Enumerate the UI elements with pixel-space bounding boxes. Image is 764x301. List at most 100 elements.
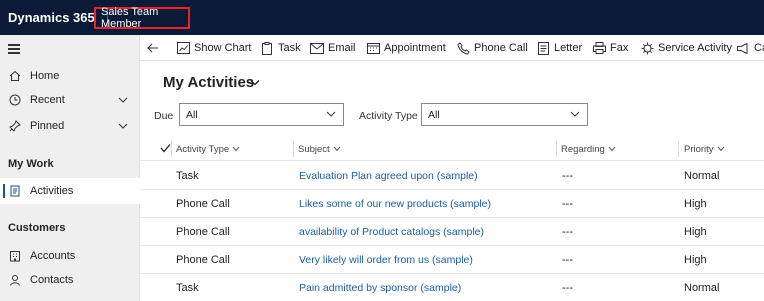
column-header-label: Priority bbox=[684, 143, 714, 155]
activity-type-cell: Phone Call bbox=[176, 226, 230, 238]
chevron-down-icon bbox=[232, 146, 240, 152]
activity-type-cell: Task bbox=[176, 282, 199, 294]
priority-cell: Normal bbox=[684, 170, 720, 182]
view-selector-title[interactable]: My Activities bbox=[163, 74, 254, 91]
phone-call-label: Phone Call bbox=[474, 42, 528, 54]
home-icon bbox=[8, 70, 21, 83]
sidebar-group-customers: Customers bbox=[8, 222, 66, 234]
subject-link[interactable]: Very likely will order from us (sample) bbox=[299, 246, 473, 274]
service-activity-icon bbox=[640, 41, 654, 55]
email-icon bbox=[310, 41, 324, 55]
table-row[interactable]: Task Pain admitted by sponsor (sample) -… bbox=[140, 274, 764, 301]
column-separator bbox=[556, 141, 557, 157]
subject-link[interactable]: Pain admitted by sponsor (sample) bbox=[299, 274, 461, 301]
new-email-button[interactable]: Email bbox=[310, 35, 356, 60]
sidebar-item-pinned[interactable]: Pinned bbox=[0, 113, 140, 139]
chevron-down-icon bbox=[608, 146, 616, 152]
sidebar-item-label: Home bbox=[30, 70, 60, 82]
back-arrow-icon[interactable] bbox=[146, 41, 160, 55]
due-filter-select[interactable]: All bbox=[179, 103, 344, 126]
column-header-regarding[interactable]: Regarding bbox=[561, 137, 616, 161]
new-appointment-button[interactable]: Appointment bbox=[366, 35, 446, 60]
chevron-down-icon bbox=[717, 146, 724, 152]
sidebar-item-label: Contacts bbox=[30, 274, 74, 286]
priority-cell: High bbox=[684, 198, 707, 210]
priority-cell: High bbox=[684, 226, 707, 238]
new-fax-button[interactable]: Fax bbox=[592, 35, 629, 60]
column-header-label: Regarding bbox=[561, 143, 605, 155]
hamburger-menu-icon[interactable] bbox=[8, 44, 20, 54]
contacts-icon bbox=[8, 274, 21, 287]
regarding-cell: --- bbox=[562, 254, 573, 266]
sidebar-item-label: Recent bbox=[30, 94, 65, 106]
activity-type-cell: Task bbox=[176, 170, 199, 182]
activity-type-cell: Phone Call bbox=[176, 254, 230, 266]
new-task-button[interactable]: Task bbox=[260, 35, 301, 60]
chevron-down-icon bbox=[326, 111, 336, 117]
active-indicator bbox=[3, 184, 5, 198]
sidebar-item-label: Pinned bbox=[30, 120, 65, 132]
sidebar-item-home[interactable]: Home bbox=[0, 63, 140, 89]
appointment-label: Appointment bbox=[384, 42, 446, 54]
accounts-icon bbox=[8, 250, 21, 263]
app-title[interactable]: Dynamics 365 bbox=[0, 10, 95, 25]
campaign-response-label: Ca bbox=[754, 42, 764, 54]
fax-icon bbox=[592, 41, 606, 55]
subject-link[interactable]: Likes some of our new products (sample) bbox=[299, 190, 491, 218]
table-row[interactable]: Task Evaluation Plan agreed upon (sample… bbox=[140, 162, 764, 190]
activity-type-filter-select[interactable]: All bbox=[421, 103, 588, 126]
letter-label: Letter bbox=[554, 42, 583, 54]
sidebar-item-label: Activities bbox=[30, 185, 74, 197]
column-separator bbox=[678, 141, 679, 157]
due-filter-label: Due bbox=[154, 110, 174, 122]
activity-type-filter-label: Activity Type bbox=[359, 110, 418, 122]
command-bar: Show Chart Task Email Appointment Phone … bbox=[140, 35, 764, 61]
priority-cell: High bbox=[684, 254, 707, 266]
column-header-label: Activity Type bbox=[176, 143, 230, 155]
pin-icon bbox=[8, 120, 21, 133]
chevron-down-icon bbox=[333, 146, 341, 152]
email-label: Email bbox=[328, 42, 356, 54]
service-activity-label: Service Activity bbox=[658, 42, 732, 54]
app-name-badge[interactable]: Sales Team Member bbox=[94, 6, 190, 30]
new-phone-call-button[interactable]: Phone Call bbox=[456, 35, 528, 60]
regarding-cell: --- bbox=[562, 282, 573, 294]
column-header-activity-type[interactable]: Activity Type bbox=[176, 137, 240, 161]
column-header-label: Subject bbox=[298, 143, 330, 155]
regarding-cell: --- bbox=[562, 198, 573, 210]
task-label: Task bbox=[278, 42, 301, 54]
activity-type-cell: Phone Call bbox=[176, 198, 230, 210]
regarding-cell: --- bbox=[562, 170, 573, 182]
sidebar-item-activities[interactable]: Activities bbox=[0, 178, 140, 204]
new-service-activity-button[interactable]: Service Activity bbox=[640, 35, 732, 60]
show-chart-label: Show Chart bbox=[194, 42, 252, 54]
letter-icon bbox=[536, 41, 550, 55]
due-filter-value: All bbox=[186, 108, 198, 121]
view-selector-chevron-icon[interactable] bbox=[250, 79, 260, 87]
clock-icon bbox=[8, 94, 21, 107]
new-letter-button[interactable]: Letter bbox=[536, 35, 583, 60]
chevron-down-icon[interactable] bbox=[118, 121, 128, 131]
table-row[interactable]: Phone Call Likes some of our new product… bbox=[140, 190, 764, 218]
sidebar-item-accounts[interactable]: Accounts bbox=[0, 243, 140, 269]
subject-link[interactable]: Evaluation Plan agreed upon (sample) bbox=[299, 162, 478, 190]
table-row[interactable]: Phone Call availability of Product catal… bbox=[140, 218, 764, 246]
fax-label: Fax bbox=[610, 42, 629, 54]
activity-type-filter-value: All bbox=[428, 108, 440, 121]
table-row[interactable]: Phone Call Very likely will order from u… bbox=[140, 246, 764, 274]
chart-icon bbox=[176, 41, 190, 55]
sidebar-item-recent[interactable]: Recent bbox=[0, 87, 140, 113]
sidebar-item-label: Accounts bbox=[30, 250, 76, 262]
sidebar-item-contacts[interactable]: Contacts bbox=[0, 267, 140, 293]
chevron-down-icon[interactable] bbox=[118, 95, 128, 105]
chevron-down-icon bbox=[570, 111, 580, 117]
phone-icon bbox=[456, 41, 470, 55]
column-header-priority[interactable]: Priority bbox=[684, 137, 725, 161]
new-campaign-response-button[interactable]: Ca bbox=[736, 35, 764, 60]
priority-cell: Normal bbox=[684, 282, 720, 294]
show-chart-button[interactable]: Show Chart bbox=[176, 35, 252, 60]
sidebar: Home Recent Pinned My Work Activities Cu… bbox=[0, 35, 140, 301]
task-icon bbox=[260, 41, 274, 55]
column-header-subject[interactable]: Subject bbox=[298, 137, 341, 161]
subject-link[interactable]: availability of Product catalogs (sample… bbox=[299, 218, 484, 246]
